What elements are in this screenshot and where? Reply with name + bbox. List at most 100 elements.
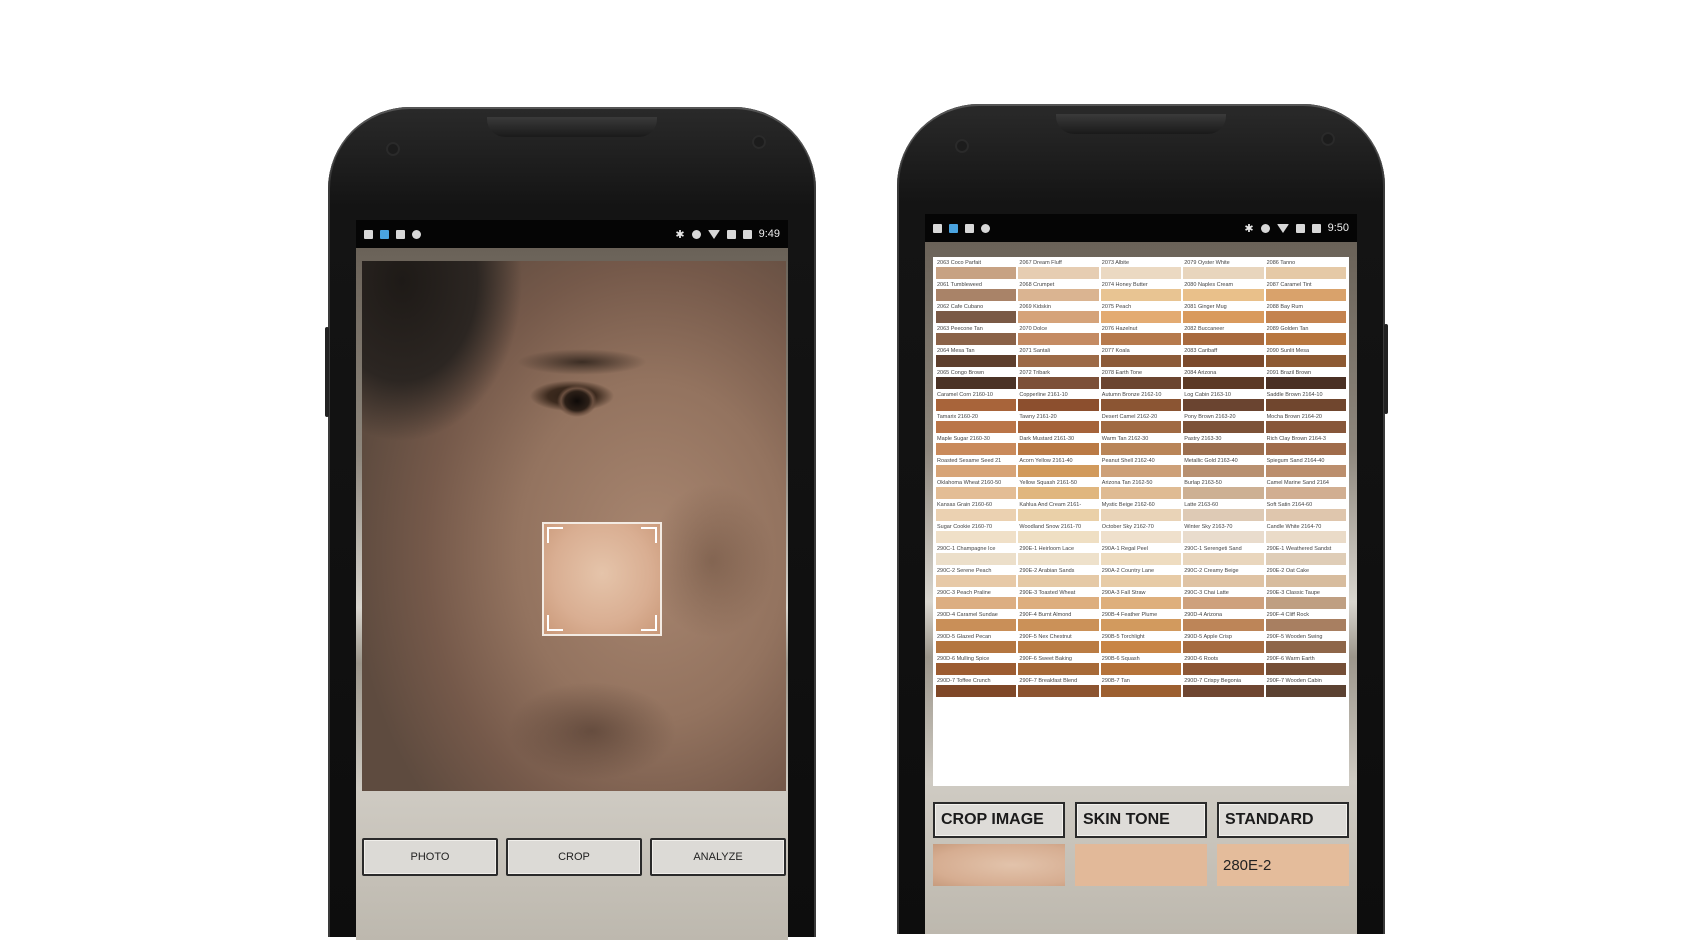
color-swatch[interactable]: Caramel Corn 2160-10 bbox=[936, 392, 1017, 411]
color-swatch[interactable]: Log Cabin 2163-10 bbox=[1183, 392, 1264, 411]
color-swatch[interactable]: Desert Camel 2162-20 bbox=[1100, 414, 1182, 433]
color-swatch[interactable]: Burlap 2163-50 bbox=[1183, 480, 1264, 499]
color-swatch[interactable]: Acorn Yellow 2161-40 bbox=[1018, 458, 1099, 477]
color-swatch[interactable]: 290D-7 Crispy Begonia bbox=[1183, 678, 1264, 697]
color-swatch[interactable]: Mystic Beige 2162-60 bbox=[1100, 502, 1182, 521]
color-swatch[interactable]: 290C-2 Creamy Beige bbox=[1183, 568, 1264, 587]
color-swatch[interactable]: Winter Sky 2163-70 bbox=[1183, 524, 1264, 543]
analyze-button[interactable]: ANALYZE bbox=[650, 838, 786, 876]
color-swatch[interactable]: 2091 Brazil Brown bbox=[1265, 370, 1346, 389]
color-swatch[interactable]: 2086 Tanno bbox=[1265, 260, 1346, 279]
color-swatch[interactable]: 290A-3 Fall Straw bbox=[1100, 590, 1182, 609]
photo-button[interactable]: PHOTO bbox=[362, 838, 498, 876]
color-swatch[interactable]: 290E-2 Arabian Sands bbox=[1018, 568, 1099, 587]
crop-selection-box[interactable] bbox=[542, 522, 662, 636]
color-swatch[interactable]: 290F-6 Warm Earth bbox=[1265, 656, 1346, 675]
color-swatch[interactable]: 290C-2 Serene Peach bbox=[936, 568, 1017, 587]
color-swatch[interactable]: 290D-6 Mulling Spice bbox=[936, 656, 1017, 675]
color-swatch[interactable]: Pastry 2163-30 bbox=[1183, 436, 1264, 455]
color-swatch[interactable]: 290F-5 Wooden Swing bbox=[1265, 634, 1346, 653]
color-swatch[interactable]: Candle White 2164-70 bbox=[1265, 524, 1346, 543]
crop-handle-bottom-right[interactable] bbox=[641, 615, 657, 631]
color-swatch[interactable]: 2073 Albite bbox=[1100, 260, 1182, 279]
color-swatch[interactable]: Saddle Brown 2164-10 bbox=[1265, 392, 1346, 411]
color-swatch[interactable]: Mocha Brown 2164-20 bbox=[1265, 414, 1346, 433]
color-swatch[interactable]: 290D-5 Glazed Pecan bbox=[936, 634, 1017, 653]
color-swatch[interactable]: Warm Tan 2162-30 bbox=[1100, 436, 1182, 455]
color-swatch[interactable]: Kansas Grain 2160-60 bbox=[936, 502, 1017, 521]
color-swatch[interactable]: 2074 Honey Butter bbox=[1100, 282, 1182, 301]
color-swatch[interactable]: 290F-7 Breakfast Blend bbox=[1018, 678, 1099, 697]
color-swatch[interactable]: Metallic Gold 2163-40 bbox=[1183, 458, 1264, 477]
color-swatch[interactable]: 2070 Dolce bbox=[1018, 326, 1099, 345]
color-swatch[interactable]: 290D-4 Caramel Sundae bbox=[936, 612, 1017, 631]
crop-handle-top-left[interactable] bbox=[547, 527, 563, 543]
color-swatch[interactable]: Soft Satin 2164-60 bbox=[1265, 502, 1346, 521]
color-swatch[interactable]: 2075 Peach bbox=[1100, 304, 1182, 323]
color-swatch[interactable]: 2068 Crumpet bbox=[1018, 282, 1099, 301]
color-swatch[interactable]: 2088 Bay Rum bbox=[1265, 304, 1346, 323]
color-swatch[interactable]: 2069 Kidskin bbox=[1018, 304, 1099, 323]
color-swatch[interactable]: Dark Mustard 2161-30 bbox=[1018, 436, 1099, 455]
color-swatch[interactable]: 2071 Santali bbox=[1018, 348, 1099, 367]
color-swatch[interactable]: 2063 Peecone Tan bbox=[936, 326, 1017, 345]
color-swatch[interactable]: Spiegum Sand 2164-40 bbox=[1265, 458, 1346, 477]
color-swatch[interactable]: 2081 Ginger Mug bbox=[1183, 304, 1264, 323]
color-swatch[interactable]: Camel Marine Sand 2164 bbox=[1265, 480, 1346, 499]
color-swatch[interactable]: Tawny 2161-20 bbox=[1018, 414, 1099, 433]
color-swatch[interactable]: Latte 2163-60 bbox=[1183, 502, 1264, 521]
color-swatch[interactable]: 290F-4 Burnt Almond bbox=[1018, 612, 1099, 631]
color-swatch[interactable]: Autumn Bronze 2162-10 bbox=[1100, 392, 1182, 411]
color-swatch[interactable]: 2065 Congo Brown bbox=[936, 370, 1017, 389]
color-swatch[interactable]: 290E-2 Oat Cake bbox=[1265, 568, 1346, 587]
color-swatch[interactable]: 2087 Caramel Tint bbox=[1265, 282, 1346, 301]
color-swatch[interactable]: 290D-7 Toffee Crunch bbox=[936, 678, 1017, 697]
color-swatch[interactable]: 2078 Earth Tone bbox=[1100, 370, 1182, 389]
color-swatch[interactable]: 290E-3 Toasted Wheat bbox=[1018, 590, 1099, 609]
color-swatch[interactable]: Roasted Sesame Seed 21 bbox=[936, 458, 1017, 477]
color-swatch[interactable]: 290C-1 Champagne Ice bbox=[936, 546, 1017, 565]
color-swatch[interactable]: Pony Brown 2163-20 bbox=[1183, 414, 1264, 433]
color-swatch[interactable]: 290E-1 Heirloom Lace bbox=[1018, 546, 1099, 565]
color-swatch[interactable]: 290C-3 Peach Praline bbox=[936, 590, 1017, 609]
color-swatch[interactable]: 2084 Arizona bbox=[1183, 370, 1264, 389]
color-swatch[interactable]: 2077 Koala bbox=[1100, 348, 1182, 367]
color-swatch[interactable]: Woodland Snow 2161-70 bbox=[1018, 524, 1099, 543]
color-swatch[interactable]: 2061 Tumbleweed bbox=[936, 282, 1017, 301]
crop-handle-bottom-left[interactable] bbox=[547, 615, 563, 631]
color-swatch[interactable]: 290E-3 Classic Taupe bbox=[1265, 590, 1346, 609]
color-swatch[interactable]: 290B-4 Feather Plume bbox=[1100, 612, 1182, 631]
color-swatch[interactable]: 290D-6 Roots bbox=[1183, 656, 1264, 675]
color-swatch[interactable]: 2090 Sunlit Mesa bbox=[1265, 348, 1346, 367]
color-swatch[interactable]: Kahlua And Cream 2161- bbox=[1018, 502, 1099, 521]
color-swatch[interactable]: Rich Clay Brown 2164-3 bbox=[1265, 436, 1346, 455]
color-swatch[interactable]: Tamarix 2160-20 bbox=[936, 414, 1017, 433]
color-swatch[interactable]: 2080 Naples Cream bbox=[1183, 282, 1264, 301]
color-swatch[interactable]: 290A-2 Country Lane bbox=[1100, 568, 1182, 587]
color-swatch[interactable]: 2076 Hazelnut bbox=[1100, 326, 1182, 345]
color-swatch[interactable]: 290D-5 Apple Crisp bbox=[1183, 634, 1264, 653]
color-swatch[interactable]: 290B-6 Squash bbox=[1100, 656, 1182, 675]
color-swatch[interactable]: 2083 Caribaff bbox=[1183, 348, 1264, 367]
color-swatch[interactable]: 2089 Golden Tan bbox=[1265, 326, 1346, 345]
color-swatch[interactable]: 290A-1 Regal Peel bbox=[1100, 546, 1182, 565]
color-swatch[interactable]: 2067 Dream Fluff bbox=[1018, 260, 1099, 279]
color-swatch[interactable]: 2072 Tribark bbox=[1018, 370, 1099, 389]
color-swatch[interactable]: 290C-1 Serengeti Sand bbox=[1183, 546, 1264, 565]
color-swatch[interactable]: Copperline 2161-10 bbox=[1018, 392, 1099, 411]
color-swatch[interactable]: Yellow Squash 2161-50 bbox=[1018, 480, 1099, 499]
color-swatch[interactable]: 2079 Oyster White bbox=[1183, 260, 1264, 279]
color-swatch[interactable]: Oklahoma Wheat 2160-50 bbox=[936, 480, 1017, 499]
color-swatch[interactable]: 290E-1 Weathered Sandst bbox=[1265, 546, 1346, 565]
color-swatch[interactable]: 290F-5 Nex Chestnut bbox=[1018, 634, 1099, 653]
color-swatch[interactable]: 290B-5 Torchlight bbox=[1100, 634, 1182, 653]
color-swatch[interactable]: 2082 Buccaneer bbox=[1183, 326, 1264, 345]
color-swatch[interactable]: 290B-7 Tan bbox=[1100, 678, 1182, 697]
color-swatch[interactable]: 2063 Coco Parfait bbox=[936, 260, 1017, 279]
color-swatch[interactable]: 290C-3 Chai Latte bbox=[1183, 590, 1264, 609]
color-swatch[interactable]: 290F-7 Wooden Cabin bbox=[1265, 678, 1346, 697]
color-swatch[interactable]: 290F-6 Sweet Baking bbox=[1018, 656, 1099, 675]
color-swatch[interactable]: Arizona Tan 2162-50 bbox=[1100, 480, 1182, 499]
color-swatch[interactable]: 290D-4 Arizona bbox=[1183, 612, 1264, 631]
color-swatch[interactable]: October Sky 2162-70 bbox=[1100, 524, 1182, 543]
